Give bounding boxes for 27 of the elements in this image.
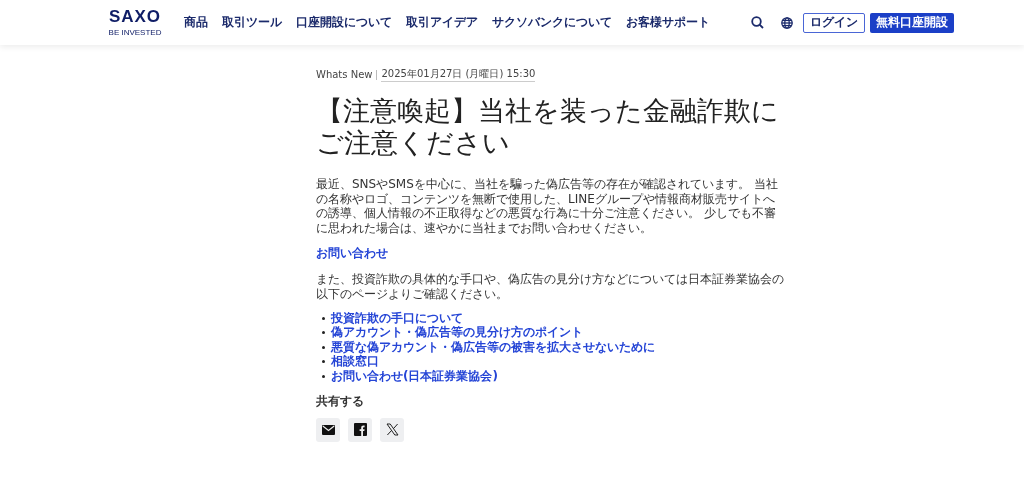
- contact-link[interactable]: お問い合わせ: [316, 245, 786, 262]
- article-title: 【注意喚起】当社を装った金融詐欺にご注意ください: [316, 95, 780, 159]
- globe-icon[interactable]: [781, 16, 793, 29]
- nav-link[interactable]: 商品: [184, 14, 208, 31]
- mail-icon: [321, 424, 335, 435]
- facebook-share-button[interactable]: [348, 417, 372, 442]
- x-icon: [385, 423, 399, 436]
- share-label: 共有する: [316, 392, 365, 410]
- search-icon[interactable]: [751, 16, 764, 29]
- nav-link[interactable]: 口座開設について: [296, 14, 392, 31]
- nav-link[interactable]: 取引ツール: [222, 14, 282, 31]
- logo-tagline: BE INVESTED: [108, 28, 162, 37]
- body-paragraph: また、投資詐欺の具体的な手口や、偽広告の見分け方などについては日本証券業協会の以下のページよりご確認ください。: [316, 272, 785, 301]
- login-button[interactable]: ログイン: [803, 12, 865, 33]
- logo-wordmark[interactable]: SAXO: [108, 8, 162, 25]
- resource-link[interactable]: 悪質な偽アカウント・偽広告等の被害を拡大させないために: [331, 338, 655, 356]
- signup-button[interactable]: 無料口座開設: [870, 12, 954, 33]
- x-share-button[interactable]: [380, 417, 404, 442]
- publish-date: 2025年01月27日 (月曜日) 15:30: [381, 67, 536, 82]
- nav-link[interactable]: サクソバンクについて: [492, 14, 612, 31]
- resource-link[interactable]: 投資詐欺の手口について: [331, 309, 463, 327]
- body-paragraph: 最近、SNSやSMSを中心に、当社を騙った偽広告等の存在が確認されています。 当社の名称やロゴ、コンテンツを無断で使用した、LINEグループや情報商材販売サイトへの誘導、個人情報の不正取得などの悪質な行為に十分ご注意ください。 少しでも不審に思われた場合は、速やかに当社までお問い合わせください。: [316, 177, 779, 235]
- category-label: Whats New: [316, 69, 373, 80]
- facebook-icon: [353, 423, 367, 436]
- nav-link[interactable]: お客様サポート: [626, 14, 710, 31]
- nav-link[interactable]: 取引アイデア: [406, 14, 478, 31]
- mail-share-button[interactable]: [316, 417, 340, 442]
